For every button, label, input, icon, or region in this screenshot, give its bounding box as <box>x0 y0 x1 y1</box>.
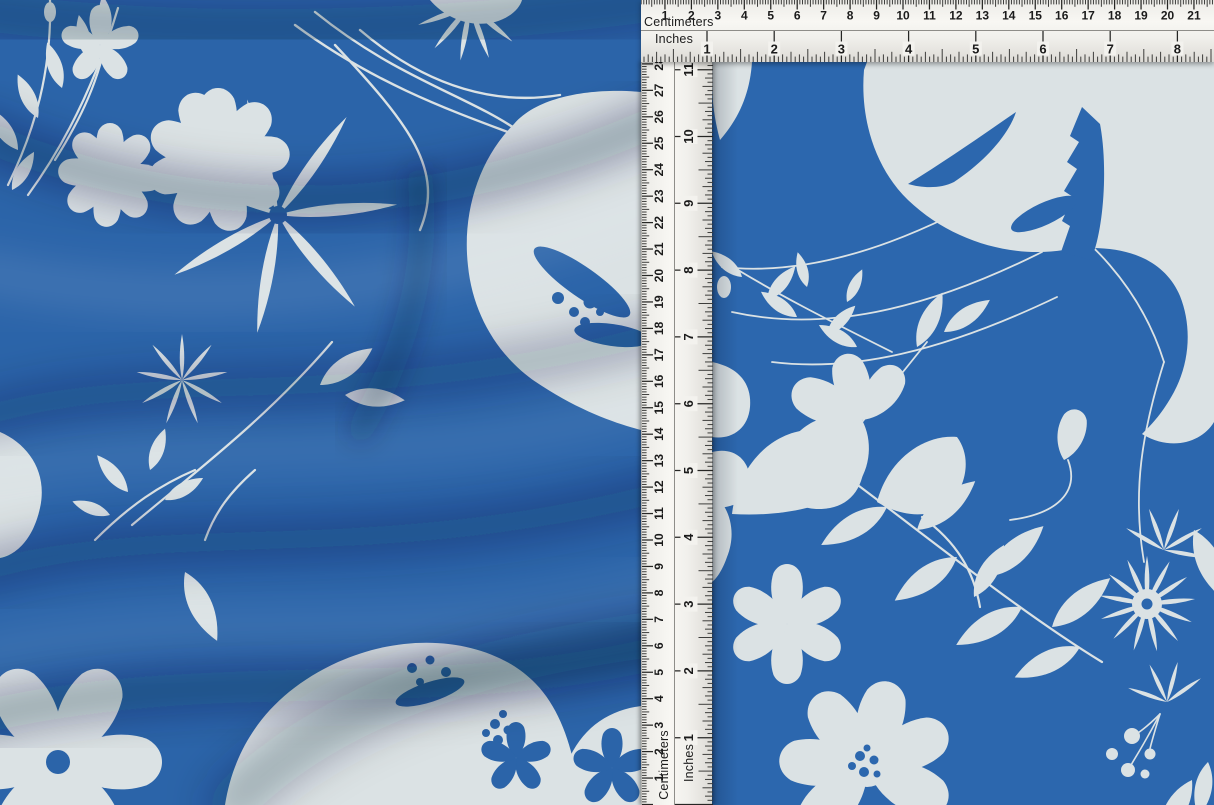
cm-number: 6 <box>652 642 666 649</box>
cm-number: 4 <box>741 9 748 23</box>
cm-number: 19 <box>1134 9 1148 23</box>
ruler-cast-shadow <box>712 62 738 805</box>
cm-number: 15 <box>1029 9 1043 23</box>
cm-number: 17 <box>652 348 666 362</box>
cm-number: 6 <box>794 9 801 23</box>
cm-number: 10 <box>896 9 910 23</box>
inch-number: 5 <box>972 42 979 57</box>
cm-number: 24 <box>652 163 666 177</box>
cm-number: 22 <box>652 216 666 230</box>
cm-number: 11 <box>923 9 936 23</box>
inch-number: 4 <box>905 42 913 57</box>
cm-number: 4 <box>652 695 666 702</box>
inch-number: 6 <box>681 400 696 407</box>
fabric-swatch-flat <box>712 62 1214 805</box>
cm-number: 21 <box>652 242 666 256</box>
cm-number: 18 <box>652 321 666 335</box>
inch-number: 2 <box>681 667 696 674</box>
cm-number: 5 <box>652 669 666 676</box>
horizontal-ruler: 1234567891011121314151617181920211234567… <box>641 0 1214 62</box>
fabric-photo-crumpled <box>0 0 641 805</box>
inch-number: 2 <box>771 42 778 57</box>
inch-number: 7 <box>1107 42 1114 57</box>
cm-number: 12 <box>949 9 963 23</box>
cm-number: 11 <box>652 507 666 520</box>
cm-number: 8 <box>652 589 666 596</box>
cm-number: 12 <box>652 480 666 494</box>
cm-number: 28 <box>652 62 666 71</box>
vertical-ruler-scale: 1234567891011121314151617181920212223242… <box>642 62 713 805</box>
cm-number: 8 <box>847 9 854 23</box>
inch-number: 1 <box>703 42 710 57</box>
cm-number: 14 <box>652 427 666 441</box>
inch-number: 11 <box>681 63 696 77</box>
cm-number: 23 <box>652 189 666 203</box>
inch-number: 10 <box>681 129 696 143</box>
cm-number: 10 <box>652 533 666 547</box>
cm-number: 16 <box>652 374 666 388</box>
fabric-listing-photo: 1234567891011121314151617181920211234567… <box>0 0 1214 805</box>
cm-number: 19 <box>652 295 666 309</box>
cm-number: 26 <box>652 110 666 124</box>
horizontal-centimeters-label: Centimeters <box>644 15 714 29</box>
cm-number: 25 <box>652 136 666 150</box>
cm-number: 5 <box>767 9 774 23</box>
horizontal-ruler-scale: 1234567891011121314151617181920211234567… <box>641 0 1214 62</box>
inch-number: 3 <box>681 600 696 607</box>
cm-number: 13 <box>652 454 666 468</box>
vertical-ruler-divider <box>674 62 675 805</box>
inch-number: 6 <box>1039 42 1046 57</box>
cm-number: 27 <box>652 83 666 97</box>
inch-number: 7 <box>681 333 696 340</box>
cm-number: 9 <box>873 9 880 23</box>
cm-number: 13 <box>976 9 990 23</box>
cm-number: 20 <box>652 269 666 283</box>
cm-number: 14 <box>1002 9 1016 23</box>
cm-number: 15 <box>652 401 666 415</box>
cm-number: 18 <box>1108 9 1122 23</box>
cm-number: 17 <box>1081 9 1095 23</box>
cm-number: 20 <box>1161 9 1175 23</box>
inch-number: 8 <box>1174 42 1181 57</box>
cm-number: 3 <box>715 9 722 23</box>
cm-number: 7 <box>652 616 666 623</box>
horizontal-inches-label: Inches <box>655 32 693 46</box>
inch-number: 9 <box>681 200 696 207</box>
inch-number: 8 <box>681 266 696 273</box>
inch-number: 4 <box>681 533 696 541</box>
inch-number: 3 <box>838 42 845 57</box>
cm-number: 16 <box>1055 9 1069 23</box>
vertical-centimeters-label: Centimeters <box>657 725 671 805</box>
cm-number: 7 <box>820 9 827 23</box>
cm-number: 21 <box>1187 9 1201 23</box>
horizontal-ruler-divider <box>641 30 1214 31</box>
cm-number: 9 <box>652 563 666 570</box>
vertical-inches-label: Inches <box>682 723 696 803</box>
inch-number: 5 <box>681 467 696 474</box>
vertical-ruler: 1234567891011121314151617181920212223242… <box>641 62 712 805</box>
